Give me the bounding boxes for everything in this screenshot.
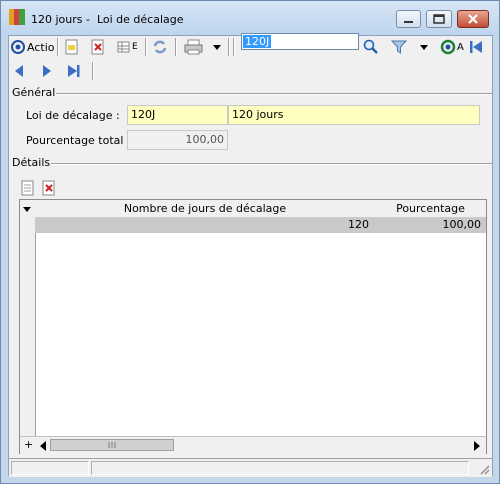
section-general-label: Général	[12, 86, 56, 99]
scroll-right-icon[interactable]	[472, 440, 482, 452]
toolbar-separator	[175, 38, 177, 56]
action-button[interactable]: Actio	[11, 38, 54, 56]
loi-name-field[interactable]: 120 jours	[228, 105, 480, 125]
cell-pourcentage[interactable]: 100,00	[375, 217, 482, 233]
toolbar-separator	[92, 62, 94, 80]
status-panel	[11, 461, 89, 475]
grid-export-icon	[117, 41, 130, 53]
delete-icon	[91, 39, 104, 55]
arrow-left-icon	[15, 65, 23, 77]
toolbar-separator	[57, 38, 59, 56]
toolbar-separator	[145, 38, 147, 56]
close-icon	[468, 14, 478, 24]
delete-button[interactable]	[91, 38, 105, 56]
client-area: Actio E A 120J Général Loi de décalage:…	[8, 33, 494, 477]
new-line-icon	[21, 180, 34, 196]
print-button[interactable]	[184, 38, 204, 56]
details-grid: Nombre de jours de décalage Pourcentage …	[19, 199, 487, 454]
section-details-label: Détails	[12, 156, 51, 169]
search-icon	[363, 39, 378, 54]
apply-label: A	[457, 41, 464, 53]
status-bar	[9, 458, 492, 477]
previous-record-button[interactable]	[12, 62, 26, 80]
toolbar-separator	[228, 38, 230, 56]
status-panel	[91, 461, 469, 475]
grid-header: Nombre de jours de décalage Pourcentage	[35, 200, 486, 218]
filter-button[interactable]	[391, 38, 407, 56]
maximize-icon	[433, 14, 445, 24]
refresh-apply-icon	[440, 39, 456, 55]
maximize-button[interactable]	[426, 10, 452, 28]
print-dropdown-button[interactable]	[212, 38, 222, 56]
scroll-thumb[interactable]	[50, 439, 174, 451]
title-bar[interactable]: 120 jours - Loi de décalage	[1, 1, 499, 35]
close-button[interactable]	[457, 10, 489, 28]
toolbar-separator	[233, 38, 235, 56]
section-divider	[51, 163, 492, 165]
resize-grip-icon[interactable]	[478, 463, 490, 475]
search-input[interactable]: 120J	[241, 33, 359, 50]
arrow-right-icon	[43, 65, 51, 77]
pourcentage-label: Pourcentage total :	[26, 134, 131, 147]
first-icon	[470, 41, 482, 53]
window: 120 jours - Loi de décalage Actio E A 12…	[0, 0, 500, 484]
add-line-button[interactable]	[21, 179, 35, 197]
filter-icon	[391, 40, 407, 54]
scroll-left-icon[interactable]	[38, 440, 48, 452]
chevron-down-icon	[420, 45, 428, 50]
action-label: Actio	[27, 40, 55, 54]
delete-line-button[interactable]	[42, 179, 56, 197]
column-header-pourcentage[interactable]: Pourcentage	[375, 200, 486, 217]
window-title: 120 jours - Loi de décalage	[31, 13, 184, 26]
horizontal-scrollbar[interactable]: +	[20, 436, 486, 454]
loi-label: Loi de décalage :	[26, 109, 120, 122]
minimize-icon	[404, 21, 413, 23]
delete-line-icon	[42, 180, 55, 196]
search-button[interactable]	[363, 38, 379, 56]
refresh-button[interactable]	[152, 38, 168, 56]
cell-jours[interactable]: 120	[35, 217, 369, 233]
filter-dropdown-button[interactable]	[419, 38, 429, 56]
column-header-jours[interactable]: Nombre de jours de décalage	[35, 200, 375, 217]
radio-action-icon	[11, 40, 25, 54]
first-record-button[interactable]	[468, 38, 484, 56]
toolbar-navigation	[9, 60, 494, 82]
last-icon	[68, 65, 80, 77]
table-row[interactable]: 120 100,00	[35, 217, 486, 233]
row-header-gutter	[20, 200, 36, 453]
refresh-icon	[153, 40, 167, 54]
loi-code-field[interactable]: 120J	[127, 105, 228, 125]
row-selector-icon[interactable]	[20, 202, 34, 216]
search-input-value: 120J	[243, 35, 272, 48]
export-button[interactable]: E	[117, 38, 138, 56]
chevron-down-icon	[213, 45, 221, 50]
export-label: E	[132, 42, 138, 52]
apply-button[interactable]: A	[440, 38, 464, 56]
scroll-grip-icon	[108, 442, 116, 448]
next-record-button[interactable]	[40, 62, 54, 80]
minimize-button[interactable]	[396, 10, 421, 28]
new-button[interactable]	[65, 38, 79, 56]
new-document-icon	[65, 39, 78, 55]
pourcentage-field: 100,00	[127, 130, 228, 150]
printer-icon	[184, 39, 203, 55]
section-divider	[56, 93, 492, 95]
app-icon	[9, 9, 25, 25]
expand-button[interactable]: +	[24, 438, 33, 451]
last-record-button[interactable]	[66, 62, 82, 80]
